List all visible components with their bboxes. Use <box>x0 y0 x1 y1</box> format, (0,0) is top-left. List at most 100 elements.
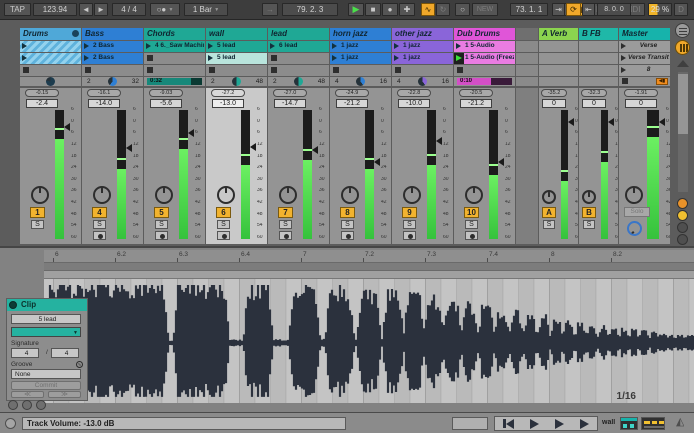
automation-arm-button[interactable]: ∿ <box>421 3 435 16</box>
pan-knob[interactable] <box>279 186 297 204</box>
nudge-down-button[interactable]: ◄ <box>79 3 93 16</box>
loop-button[interactable]: ⟳ <box>566 3 581 16</box>
arm-record-button[interactable] <box>155 231 168 240</box>
arrangement-view-toggle[interactable] <box>675 23 690 38</box>
vertical-scrollbar[interactable] <box>678 72 688 192</box>
track-volume-field[interactable]: 0 <box>542 99 566 108</box>
clip-stop-button[interactable] <box>147 55 153 61</box>
tap-tempo-button[interactable]: TAP <box>4 3 31 16</box>
clip-activator-icon[interactable] <box>9 301 17 309</box>
pan-knob[interactable] <box>31 186 49 204</box>
device-mini-2[interactable] <box>641 417 665 430</box>
loop-length-display[interactable]: 8. 0. 0 <box>597 3 631 16</box>
clip-slot[interactable]: 1 jazz <box>392 53 453 64</box>
hot-swap-groove-icon[interactable]: ∿ <box>76 361 83 368</box>
clip-stop-button[interactable] <box>209 67 215 73</box>
pan-knob[interactable] <box>625 186 643 204</box>
clip-slot[interactable]: 2 Bass <box>82 53 143 64</box>
peak-level-display[interactable]: -16.1 <box>87 89 121 97</box>
track-volume-field[interactable]: -10.0 <box>398 99 430 108</box>
empty-clip-slot[interactable] <box>206 65 267 76</box>
track-activator-button[interactable]: A <box>542 207 556 218</box>
track-activator-button[interactable]: 1 <box>30 207 45 218</box>
pan-knob[interactable] <box>465 186 483 204</box>
track-header-0[interactable]: Drums <box>20 28 81 40</box>
volume-fader-handle[interactable] <box>659 118 665 126</box>
track-volume-field[interactable]: -5.6 <box>150 99 182 108</box>
clip-slot[interactable]: 1 5-Audio <box>454 41 515 52</box>
solo-cue-button[interactable]: Solo <box>624 207 650 217</box>
pan-knob[interactable] <box>403 186 421 204</box>
session-view-toggle[interactable] <box>675 40 690 55</box>
clip-name-field[interactable]: 5 lead <box>11 314 81 324</box>
empty-clip-slot[interactable] <box>268 65 329 76</box>
clip-launch-icon[interactable] <box>84 55 89 61</box>
track-header-9[interactable]: A Verb <box>539 28 578 40</box>
clip-launch-icon[interactable] <box>208 43 213 49</box>
clip-slot[interactable]: 1 5-Audio (Freeze) <box>454 53 515 64</box>
clip-stop-button[interactable] <box>147 67 153 73</box>
stop-all-clips-button[interactable] <box>622 78 628 84</box>
track-volume-field[interactable]: 0 <box>582 99 606 108</box>
track-header-5[interactable]: horn jazz <box>330 28 391 40</box>
clip-box-header[interactable]: Clip <box>7 299 87 311</box>
cpu-meter[interactable]: 29 % <box>648 3 672 16</box>
solo-button[interactable]: S <box>93 220 106 229</box>
arm-record-button[interactable] <box>465 231 478 240</box>
track-volume-field[interactable]: -21.2 <box>460 99 492 108</box>
volume-fader-handle[interactable] <box>436 137 442 145</box>
clip-slot[interactable]: 1 jazz <box>392 41 453 52</box>
launch-box-toggle[interactable] <box>22 400 32 410</box>
solo-button[interactable]: S <box>543 220 555 229</box>
quantize-display[interactable] <box>452 417 488 430</box>
overdub-button[interactable]: ✚ <box>399 3 415 16</box>
track-volume-field[interactable]: -13.0 <box>212 99 244 108</box>
mini-overview[interactable] <box>494 416 598 431</box>
signature-numerator-field[interactable]: 4 <box>11 348 39 358</box>
clip-launch-icon[interactable] <box>208 55 213 61</box>
track-header-11[interactable]: Master <box>619 28 670 40</box>
clip-stop-button[interactable] <box>85 67 91 73</box>
clip-launch-icon[interactable] <box>84 43 89 49</box>
clip-launch-icon[interactable] <box>332 55 337 61</box>
pan-knob[interactable] <box>542 190 556 204</box>
follow-button[interactable]: → <box>262 3 278 16</box>
volume-fader-handle[interactable] <box>608 118 614 126</box>
track-header-7[interactable]: Dub Drums <box>454 28 515 40</box>
punch-in-button[interactable]: ⇥ <box>552 3 565 16</box>
peak-level-display[interactable]: -0.15 <box>25 89 59 97</box>
scroll-up-arrow[interactable] <box>677 60 689 67</box>
pan-knob[interactable] <box>217 186 235 204</box>
track-activator-button[interactable]: 5 <box>154 207 169 218</box>
clip-slot[interactable]: 5 lead <box>206 41 267 52</box>
clip-slot-hatched[interactable] <box>20 41 81 52</box>
back-to-arrangement-button[interactable]: ◀▮ <box>656 78 668 85</box>
commit-groove-button[interactable]: Commit <box>11 381 81 390</box>
track-header-3[interactable]: wall <box>206 28 267 40</box>
audio-waveform[interactable] <box>44 279 694 403</box>
peak-level-display[interactable]: -22.8 <box>397 89 431 97</box>
solo-button[interactable]: S <box>583 220 595 229</box>
empty-clip-slot[interactable] <box>392 65 453 76</box>
clip-stop-button[interactable] <box>271 67 277 73</box>
clip-stop-button[interactable] <box>457 67 463 73</box>
scrollbar-thumb[interactable] <box>678 74 688 134</box>
clip-launch-icon[interactable] <box>332 43 337 49</box>
peak-level-display[interactable]: -35.2 <box>541 89 567 97</box>
clip-launch-icon[interactable] <box>22 43 27 49</box>
volume-fader-handle[interactable] <box>250 143 256 151</box>
nudge-back-button[interactable]: ≪ <box>11 391 44 398</box>
volume-fader-handle[interactable] <box>188 129 194 137</box>
clip-color-chooser[interactable]: ▼ <box>11 327 81 337</box>
pan-knob[interactable] <box>155 186 173 204</box>
beat-time-ruler[interactable]: 66.26.36.477.27.37.488.2 <box>44 250 694 263</box>
scene-launch-icon[interactable] <box>621 55 626 61</box>
peak-level-display[interactable]: -1.91 <box>624 89 658 97</box>
preview-volume-knob[interactable] <box>627 221 642 236</box>
volume-fader-handle[interactable] <box>126 144 132 152</box>
show-detail-view-toggle[interactable]: ◭ <box>676 415 684 428</box>
clip-box-toggle[interactable] <box>8 400 18 410</box>
peak-level-display[interactable]: -27.2 <box>211 89 245 97</box>
track-activator-button[interactable]: B <box>582 207 596 218</box>
pan-knob[interactable] <box>93 186 111 204</box>
